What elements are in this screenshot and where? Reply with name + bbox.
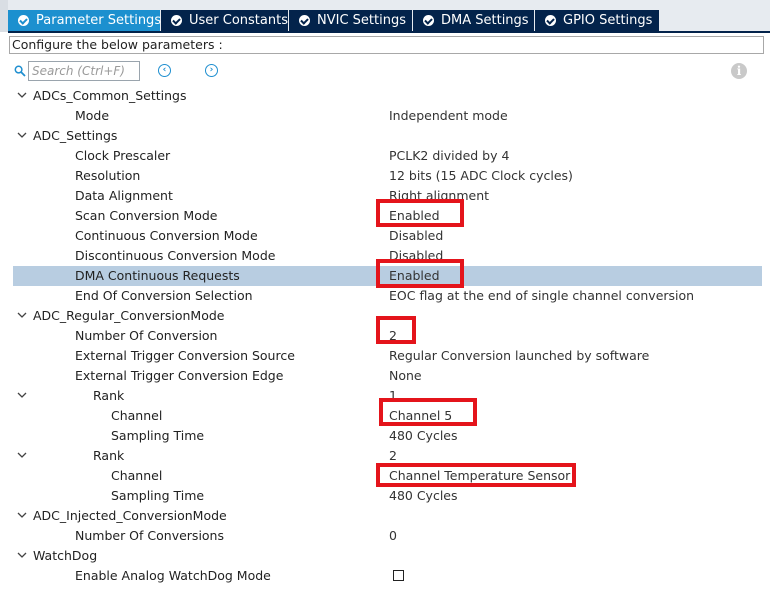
previous-match-icon[interactable]: ‹ xyxy=(158,64,171,77)
chevron-down-icon[interactable] xyxy=(16,449,28,461)
tree-group-row[interactable]: ADC_Injected_ConversionMode xyxy=(0,506,770,526)
panel-left-edge xyxy=(0,0,8,32)
tree-group-row[interactable]: ADCs_Common_Settings xyxy=(0,86,770,106)
tab-label: User Constants xyxy=(189,13,288,28)
chevron-down-icon[interactable] xyxy=(16,89,28,101)
tree-parameter-row[interactable]: Resolution 12 bits (15 ADC Clock cycles) xyxy=(0,166,770,186)
parameter-label: Mode xyxy=(75,108,110,123)
tree-parameter-row[interactable]: Number Of Conversions 0 xyxy=(0,526,770,546)
parameter-label: ADC_Settings xyxy=(33,128,118,143)
parameter-label: Sampling Time xyxy=(111,428,205,443)
tree-group-row[interactable]: WatchDog xyxy=(0,546,770,566)
parameter-label: ADC_Regular_ConversionMode xyxy=(33,308,225,323)
check-circle-icon xyxy=(299,15,310,26)
tree-parameter-row[interactable]: Clock Prescaler PCLK2 divided by 4 xyxy=(0,146,770,166)
parameter-value[interactable]: 12 bits (15 ADC Clock cycles) xyxy=(389,168,573,183)
parameter-label: Number Of Conversions xyxy=(75,528,224,543)
parameter-label: DMA Continuous Requests xyxy=(75,268,240,283)
parameter-value[interactable]: Regular Conversion launched by software xyxy=(389,348,649,363)
tab-panel-border xyxy=(8,31,770,33)
chevron-down-icon[interactable] xyxy=(16,309,28,321)
tab-label: NVIC Settings xyxy=(317,13,406,28)
parameter-label: Channel xyxy=(111,408,163,423)
parameter-label: Continuous Conversion Mode xyxy=(75,228,258,243)
parameter-label: ADC_Injected_ConversionMode xyxy=(33,508,227,523)
highlight-temperature-channel xyxy=(376,463,576,487)
tree-parameter-row[interactable]: Mode Independent mode xyxy=(0,106,770,126)
highlight-number-of-conversion xyxy=(376,316,416,344)
tab-nvic-settings[interactable]: NVIC Settings xyxy=(289,10,412,31)
tree-parameter-row[interactable]: Sampling Time 480 Cycles xyxy=(0,486,770,506)
tab-dma-settings[interactable]: DMA Settings xyxy=(413,10,534,31)
tree-parameter-row[interactable]: End Of Conversion Selection EOC flag at t… xyxy=(0,286,770,306)
chevron-down-icon[interactable] xyxy=(16,129,28,141)
check-circle-icon xyxy=(171,15,182,26)
tree-group-row[interactable]: ADC_Settings xyxy=(0,126,770,146)
check-circle-icon xyxy=(545,15,556,26)
tab-gpio-settings[interactable]: GPIO Settings xyxy=(535,10,659,31)
parameter-label: Data Alignment xyxy=(75,188,173,203)
tree-parameter-row[interactable]: External Trigger Conversion Source Regula… xyxy=(0,346,770,366)
parameter-label: WatchDog xyxy=(33,548,98,563)
parameter-value[interactable]: Independent mode xyxy=(389,108,508,123)
parameter-label: End Of Conversion Selection xyxy=(75,288,253,303)
parameter-label: Resolution xyxy=(75,168,141,183)
chevron-down-icon[interactable] xyxy=(16,389,28,401)
check-circle-icon xyxy=(18,15,29,26)
tree-parameter-row[interactable]: Sampling Time 480 Cycles xyxy=(0,426,770,446)
parameter-label: Clock Prescaler xyxy=(75,148,171,163)
tab-user-constants[interactable]: User Constants xyxy=(161,10,288,31)
parameter-label: Channel xyxy=(111,468,163,483)
parameter-value[interactable]: PCLK2 divided by 4 xyxy=(389,148,509,163)
parameter-label: Sampling Time xyxy=(111,488,205,503)
tab-label: DMA Settings xyxy=(441,13,529,28)
search-icon xyxy=(14,65,26,77)
parameter-value[interactable]: Disabled xyxy=(389,228,443,243)
chevron-down-icon[interactable] xyxy=(16,549,28,561)
parameter-value[interactable]: 480 Cycles xyxy=(389,488,458,503)
check-circle-icon xyxy=(423,15,434,26)
tab-parameter-settings[interactable]: Parameter Settings xyxy=(8,10,162,31)
parameter-value[interactable]: EOC flag at the end of single channel co… xyxy=(389,288,694,303)
parameter-value[interactable]: 0 xyxy=(389,528,397,543)
search-input[interactable]: Search (Ctrl+F) xyxy=(28,61,140,81)
parameter-label: Rank xyxy=(93,388,125,403)
config-prompt: Configure the below parameters : xyxy=(9,36,764,54)
chevron-down-icon[interactable] xyxy=(16,509,28,521)
settings-tabs: Parameter Settings User Constants NVIC S… xyxy=(8,10,660,31)
tree-parameter-row[interactable]: Continuous Conversion Mode Disabled xyxy=(0,226,770,246)
parameter-value[interactable]: None xyxy=(389,368,422,383)
parameter-label: Rank xyxy=(93,448,125,463)
highlight-channel-5 xyxy=(379,398,477,426)
tree-parameter-row[interactable]: External Trigger Conversion Edge None xyxy=(0,366,770,386)
parameter-value[interactable]: 2 xyxy=(389,448,397,463)
parameter-label: External Trigger Conversion Edge xyxy=(75,368,284,383)
info-icon[interactable]: i xyxy=(731,63,747,79)
tree-parameter-row[interactable]: Enable Analog WatchDog Mode xyxy=(0,566,770,586)
watchdog-checkbox[interactable] xyxy=(393,570,404,581)
parameter-value[interactable]: 480 Cycles xyxy=(389,428,458,443)
parameter-label: ADCs_Common_Settings xyxy=(33,88,187,103)
next-match-icon[interactable]: › xyxy=(205,64,218,77)
parameter-label: Scan Conversion Mode xyxy=(75,208,218,223)
highlight-scan-conversion xyxy=(376,199,464,227)
parameter-label: External Trigger Conversion Source xyxy=(75,348,295,363)
parameter-label: Discontinuous Conversion Mode xyxy=(75,248,276,263)
tab-label: GPIO Settings xyxy=(563,13,653,28)
tab-label: Parameter Settings xyxy=(36,13,162,28)
highlight-dma-requests xyxy=(376,259,464,288)
parameter-label: Number Of Conversion xyxy=(75,328,218,343)
parameter-label: Enable Analog WatchDog Mode xyxy=(75,568,271,583)
